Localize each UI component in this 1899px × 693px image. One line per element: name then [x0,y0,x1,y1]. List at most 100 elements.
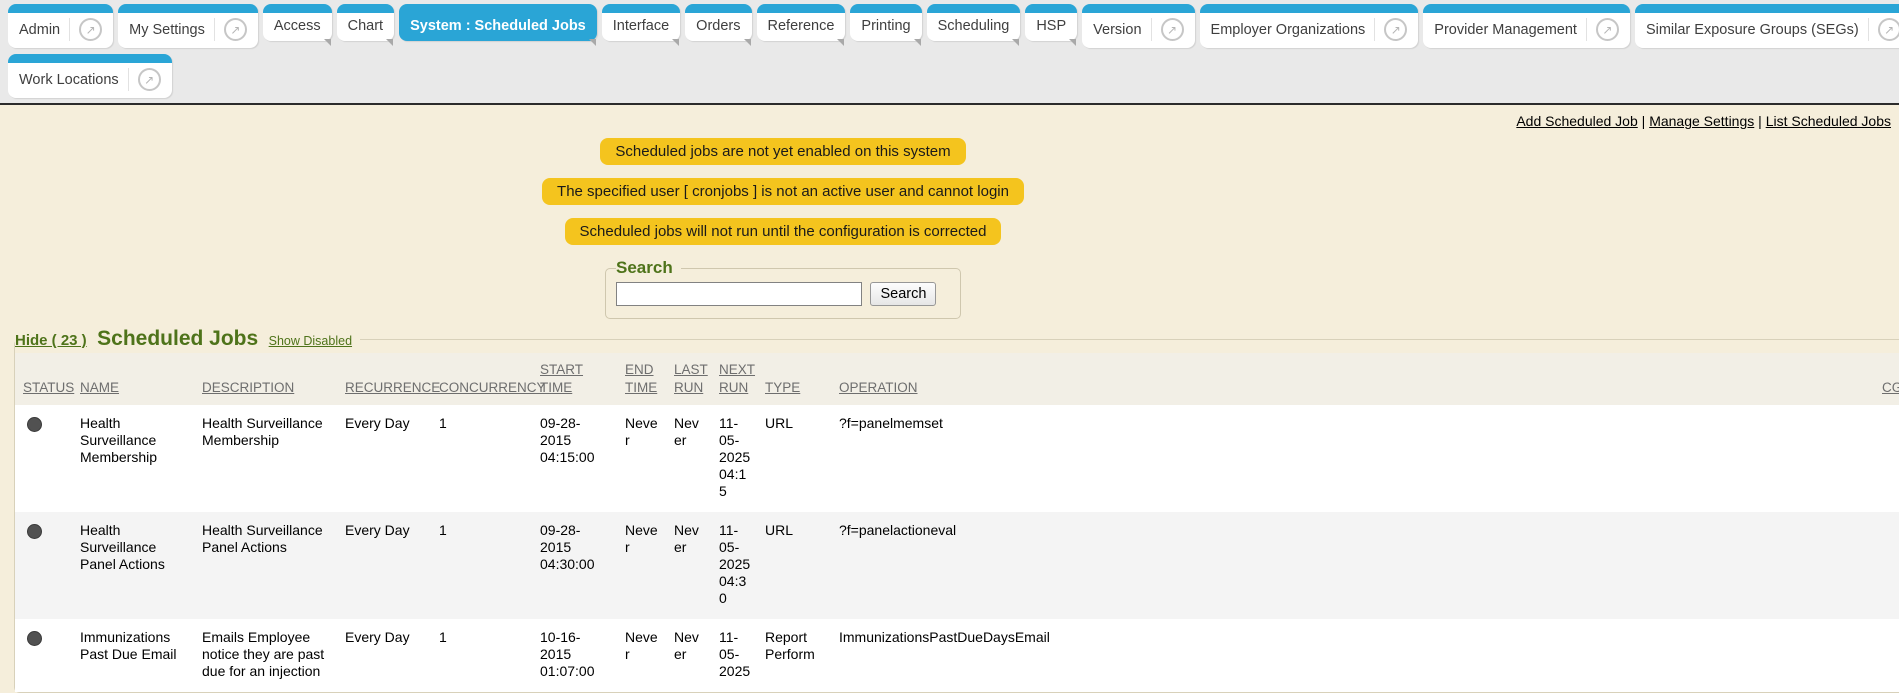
tab-label: System : Scheduled Jobs [410,18,586,34]
cell-end-time: Never [617,512,666,619]
col-header-description: DESCRIPTION [194,353,337,405]
cell-recurrence: Every Day [337,619,431,692]
tab-bar: Admin↗My Settings↗AccessChartSystem : Sc… [0,0,1899,105]
tab-label: Reference [768,18,835,34]
add-scheduled-job-link[interactable]: Add Scheduled Job [1516,113,1637,129]
cell-concurrency: 1 [431,619,532,692]
external-link-icon: ↗ [79,18,102,41]
tab-reference[interactable]: Reference [757,4,846,41]
sort-concurrency-link[interactable]: CONCURRENCY [439,380,546,395]
open-in-new-window-button[interactable]: ↗ [1868,18,1899,41]
cell-type: URL [757,405,831,512]
external-link-icon: ↗ [138,68,161,91]
cell-description: Health Surveillance Membership [194,405,337,512]
scheduled-jobs-legend: Hide ( 23 ) Scheduled Jobs Show Disabled [15,327,360,351]
sort-type-link[interactable]: TYPE [765,380,800,395]
col-header-cgi: CGI [1874,353,1899,405]
sort-description-link[interactable]: DESCRIPTION [202,380,294,395]
sort-cgi-link[interactable]: CGI [1882,380,1899,395]
status-dot-icon [27,631,42,646]
tab-interface[interactable]: Interface [602,4,680,41]
scheduled-jobs-title: Scheduled Jobs [97,327,258,350]
cell-next-run: 11-05-2025 04:30 [711,512,757,619]
cell-cgi [1874,512,1899,619]
cell-start-time: 09-28-2015 04:30:00 [532,512,617,619]
col-header-status: STATUS [15,353,72,405]
tab-work-locations[interactable]: Work Locations ↗ [8,54,172,98]
tab-label: Scheduling [938,18,1010,34]
open-in-new-window-button[interactable]: ↗ [69,18,102,41]
link-separator: | [1638,113,1649,129]
cell-type: Report Perform [757,619,831,692]
tab-label: Work Locations [19,72,119,88]
tab-scheduling[interactable]: Scheduling [927,4,1021,41]
tab-label: Printing [861,18,910,34]
list-scheduled-jobs-link[interactable]: List Scheduled Jobs [1766,113,1891,129]
tab-similar-exposure-groups-segs[interactable]: Similar Exposure Groups (SEGs)↗ [1635,4,1899,48]
tab-employer-organizations[interactable]: Employer Organizations ↗ [1200,4,1419,48]
open-in-new-window-button[interactable]: ↗ [1151,18,1184,41]
hide-count-link[interactable]: Hide ( 23 ) [15,332,87,349]
tab-label: Version [1093,22,1141,38]
cell-description: Health Surveillance Panel Actions [194,512,337,619]
sort-recurrence-link[interactable]: RECURRENCE [345,380,440,395]
tab-label: Access [274,18,321,34]
tab-hsp[interactable]: HSP [1025,4,1077,41]
cell-recurrence: Every Day [337,405,431,512]
open-in-new-window-button[interactable]: ↗ [1586,18,1619,41]
col-header-type: TYPE [757,353,831,405]
cell-last-run: Never [666,619,711,692]
sort-status-link[interactable]: STATUS [23,380,74,395]
cell-description: Emails Employee notice they are past due… [194,619,337,692]
col-header-next-run: NEXT RUN [711,353,757,405]
open-in-new-window-button[interactable]: ↗ [128,68,161,91]
tab-row-1: Admin↗My Settings↗AccessChartSystem : Sc… [8,4,1891,48]
search-panel: Search Search [605,258,961,319]
cell-operation: ?f=panelactioneval [831,512,1874,619]
action-links: Add Scheduled Job | Manage Settings | Li… [0,109,1899,129]
col-header-recurrence: RECURRENCE [337,353,431,405]
status-cell [15,405,72,512]
col-header-last-run: LAST RUN [666,353,711,405]
manage-settings-link[interactable]: Manage Settings [1649,113,1754,129]
sort-operation-link[interactable]: OPERATION [839,380,918,395]
sort-next-run-link[interactable]: NEXT RUN [719,362,755,395]
alert-banner: Scheduled jobs will not run until the co… [565,218,1002,245]
tab-my-settings[interactable]: My Settings↗ [118,4,258,48]
cell-end-time: Never [617,405,666,512]
tab-label: Employer Organizations [1211,22,1366,38]
search-input[interactable] [616,282,862,306]
tab-version[interactable]: Version ↗ [1082,4,1194,48]
cell-operation: ImmunizationsPastDueDaysEmail [831,619,1874,692]
open-in-new-window-button[interactable]: ↗ [214,18,247,41]
search-legend: Search [616,258,681,278]
cell-end-time: Never [617,619,666,692]
tab-orders[interactable]: Orders [685,4,751,41]
tab-system-scheduled-jobs[interactable]: System : Scheduled Jobs [399,4,597,41]
status-dot-icon [27,417,42,432]
tab-access[interactable]: Access [263,4,332,41]
tab-label: Provider Management [1434,22,1577,38]
col-header-operation: OPERATION [831,353,1874,405]
cell-recurrence: Every Day [337,512,431,619]
job-row[interactable]: Immunizations Past Due EmailEmails Emplo… [15,619,1899,692]
external-link-icon: ↗ [224,18,247,41]
sort-name-link[interactable]: NAME [80,380,119,395]
cell-concurrency: 1 [431,512,532,619]
job-row[interactable]: Health Surveillance Panel ActionsHealth … [15,512,1899,619]
open-in-new-window-button[interactable]: ↗ [1374,18,1407,41]
sort-end-time-link[interactable]: END TIME [625,362,657,395]
sort-start-time-link[interactable]: START TIME [540,362,583,395]
tab-provider-management[interactable]: Provider Management ↗ [1423,4,1630,48]
show-disabled-link[interactable]: Show Disabled [269,334,352,348]
tab-label: Admin [19,22,60,38]
cell-operation: ?f=panelmemset [831,405,1874,512]
link-separator: | [1754,113,1765,129]
search-button[interactable]: Search [870,282,936,306]
tab-admin[interactable]: Admin ↗ [8,4,113,48]
sort-last-run-link[interactable]: LAST RUN [674,362,708,395]
tab-printing[interactable]: Printing [850,4,921,41]
tab-chart[interactable]: Chart [337,4,394,41]
job-row[interactable]: Health Surveillance MembershipHealth Sur… [15,405,1899,512]
scheduled-jobs-panel: Hide ( 23 ) Scheduled Jobs Show Disabled… [14,327,1899,693]
